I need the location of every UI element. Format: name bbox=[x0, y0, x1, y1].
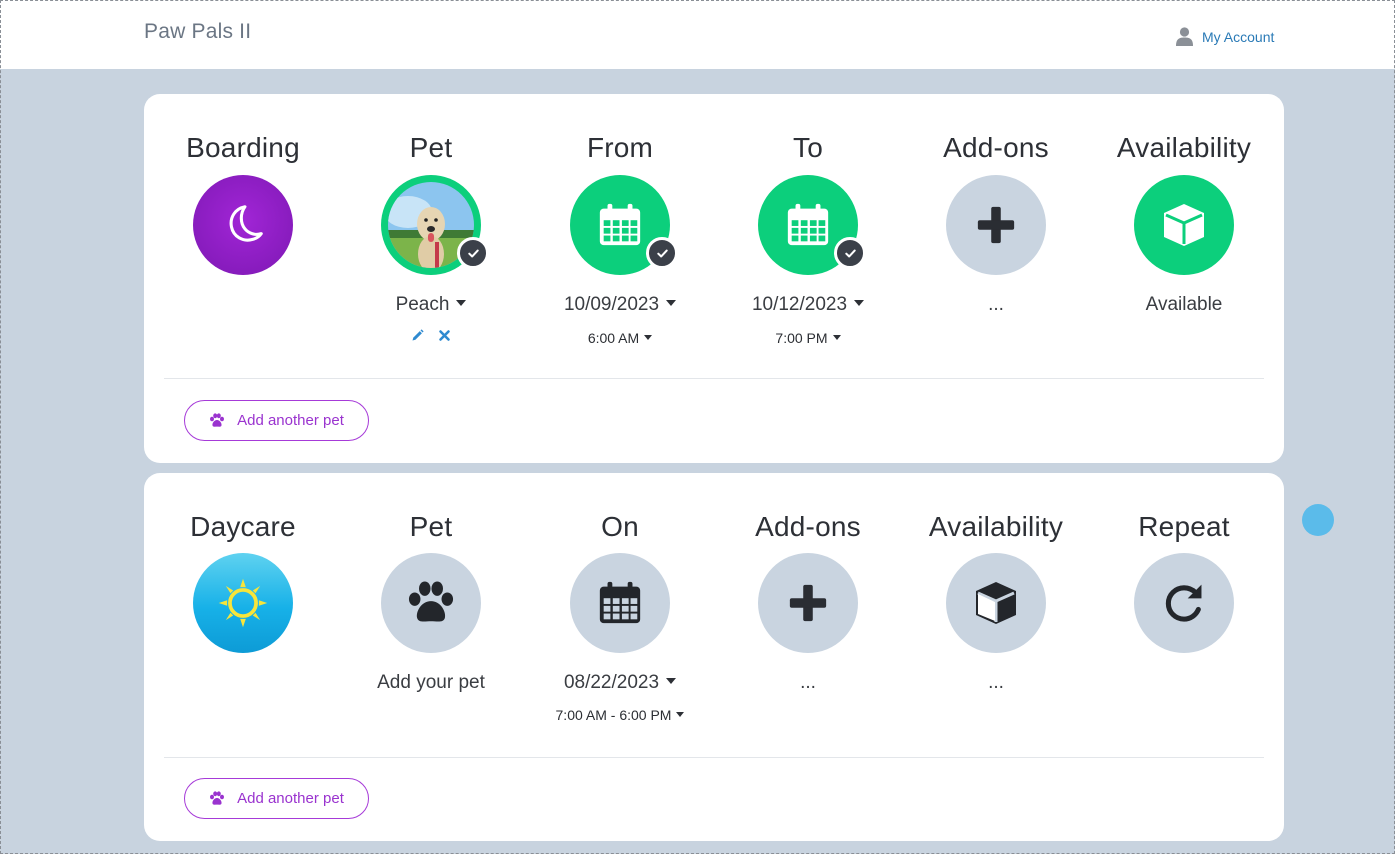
from-time-value: 6:00 AM bbox=[587, 330, 640, 346]
cursor-indicator bbox=[1302, 504, 1334, 536]
plus-icon bbox=[977, 206, 1015, 244]
calendar-icon bbox=[599, 581, 641, 624]
app-title: Paw Pals II bbox=[144, 20, 252, 43]
boarding-from-heading: From bbox=[586, 132, 654, 163]
daycare-repeat-heading: Repeat bbox=[1138, 511, 1230, 542]
daycare-pet-value[interactable]: Add your pet bbox=[337, 672, 525, 694]
edit-pencil-icon[interactable] bbox=[411, 329, 424, 342]
to-time-value: 7:00 PM bbox=[775, 330, 828, 346]
boarding-addons-value: ... bbox=[988, 294, 1004, 315]
boarding-service-button[interactable] bbox=[193, 175, 293, 275]
to-time-dropdown[interactable]: 7:00 PM bbox=[714, 330, 902, 346]
chevron-down-icon bbox=[666, 678, 677, 685]
on-date-value: 08/22/2023 bbox=[563, 672, 660, 693]
user-icon bbox=[1176, 27, 1193, 46]
to-date-button[interactable] bbox=[758, 175, 866, 275]
remove-pet-icon[interactable] bbox=[438, 329, 451, 342]
to-date-value: 10/12/2023 bbox=[751, 294, 848, 315]
daycare-availability-button[interactable] bbox=[946, 553, 1046, 653]
boarding-pet-button[interactable] bbox=[381, 175, 489, 275]
daycare-service-button[interactable] bbox=[193, 553, 293, 653]
boarding-availability-button[interactable] bbox=[1134, 175, 1234, 275]
chevron-down-icon bbox=[644, 335, 653, 341]
on-time-value: 7:00 AM - 6:00 PM bbox=[555, 707, 672, 723]
repeat-icon bbox=[1165, 584, 1202, 622]
top-bar: Paw Pals II My Account bbox=[0, 0, 1395, 69]
daycare-service-heading: Daycare bbox=[190, 511, 296, 542]
add-another-pet-label: Add another pet bbox=[237, 790, 344, 807]
cube-icon bbox=[976, 582, 1016, 624]
daycare-card: Daycare Pet Add your pet On 08/22/2023 7… bbox=[144, 473, 1284, 841]
paw-icon bbox=[408, 581, 454, 622]
boarding-card: Boarding Pet Peach From 10/09/2023 6:00 … bbox=[144, 94, 1284, 463]
boarding-availability-value: Available bbox=[1145, 294, 1223, 315]
boarding-addons-button[interactable] bbox=[946, 175, 1046, 275]
daycare-addons-heading: Add-ons bbox=[755, 511, 861, 542]
pet-selected-check-icon bbox=[457, 237, 489, 269]
pet-name: Peach bbox=[395, 294, 450, 315]
divider bbox=[164, 378, 1264, 379]
boarding-service-heading: Boarding bbox=[186, 132, 300, 163]
from-selected-check-icon bbox=[646, 237, 678, 269]
daycare-on-heading: On bbox=[601, 511, 639, 542]
daycare-pet-heading: Pet bbox=[409, 511, 453, 542]
daycare-availability-value: ... bbox=[988, 672, 1004, 693]
from-date-button[interactable] bbox=[570, 175, 678, 275]
sun-icon bbox=[218, 578, 268, 628]
pet-actions bbox=[337, 329, 525, 342]
paw-icon bbox=[210, 791, 225, 805]
to-date-dropdown[interactable]: 10/12/2023 bbox=[714, 294, 902, 316]
from-date-value: 10/09/2023 bbox=[563, 294, 660, 315]
my-account-link[interactable]: My Account bbox=[1176, 27, 1274, 46]
my-account-label: My Account bbox=[1202, 28, 1275, 45]
to-selected-check-icon bbox=[834, 237, 866, 269]
paw-icon bbox=[210, 413, 225, 427]
on-date-button[interactable] bbox=[570, 553, 670, 653]
boarding-to-heading: To bbox=[793, 132, 823, 163]
moon-icon bbox=[229, 205, 263, 242]
daycare-addons-button[interactable] bbox=[758, 553, 858, 653]
boarding-pet-dropdown[interactable]: Peach bbox=[337, 294, 525, 316]
daycare-availability-heading: Availability bbox=[928, 511, 1064, 542]
on-time-dropdown[interactable]: 7:00 AM - 6:00 PM bbox=[526, 707, 714, 723]
plus-icon bbox=[789, 584, 827, 622]
daycare-pet-button[interactable] bbox=[381, 553, 481, 653]
divider bbox=[164, 757, 1264, 758]
calendar-icon bbox=[599, 203, 641, 246]
add-another-pet-label: Add another pet bbox=[237, 412, 344, 429]
chevron-down-icon bbox=[832, 335, 841, 341]
chevron-down-icon bbox=[854, 300, 865, 307]
from-time-dropdown[interactable]: 6:00 AM bbox=[526, 330, 714, 346]
chevron-down-icon bbox=[676, 712, 685, 718]
daycare-addons-value: ... bbox=[800, 672, 816, 693]
add-another-pet-button[interactable]: Add another pet bbox=[184, 778, 369, 819]
boarding-pet-heading: Pet bbox=[409, 132, 453, 163]
add-another-pet-button[interactable]: Add another pet bbox=[184, 400, 369, 441]
on-date-dropdown[interactable]: 08/22/2023 bbox=[526, 672, 714, 694]
chevron-down-icon bbox=[456, 300, 467, 307]
from-date-dropdown[interactable]: 10/09/2023 bbox=[526, 294, 714, 316]
calendar-icon bbox=[787, 203, 829, 246]
chevron-down-icon bbox=[666, 300, 677, 307]
cube-icon bbox=[1164, 204, 1204, 246]
boarding-availability-heading: Availability bbox=[1116, 132, 1252, 163]
daycare-repeat-button[interactable] bbox=[1134, 553, 1234, 653]
boarding-addons-heading: Add-ons bbox=[943, 132, 1049, 163]
